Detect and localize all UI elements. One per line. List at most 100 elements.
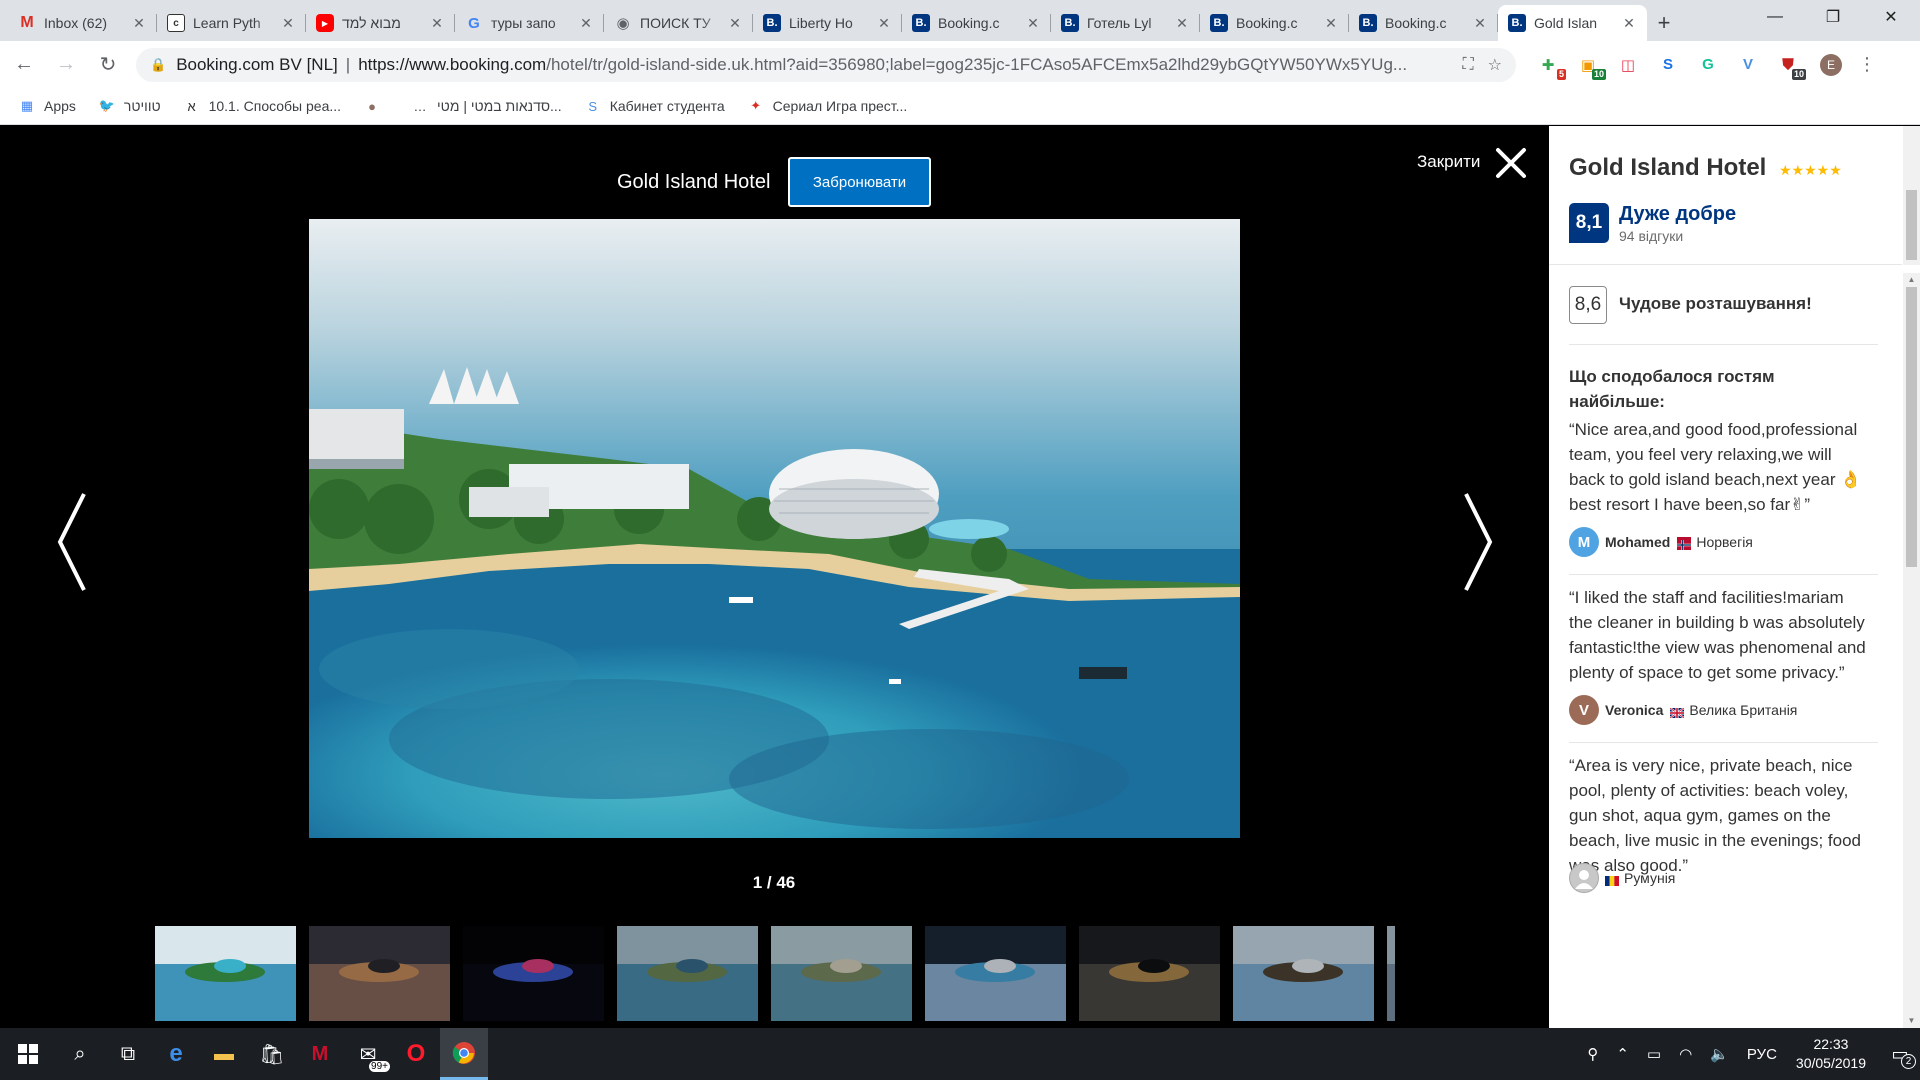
bookmark-label: Кабинет студента — [609, 98, 725, 114]
ext-red-icon[interactable]: ⛊ 10 — [1773, 51, 1806, 80]
translate-icon[interactable]: ⛶ — [1462, 56, 1473, 74]
reload-icon[interactable]: ↻ — [90, 47, 126, 83]
browser-tab[interactable]: M Inbox (62) ✕ — [8, 5, 157, 41]
tab-close-icon[interactable]: ✕ — [1472, 15, 1488, 32]
windows-start-icon[interactable] — [0, 1028, 56, 1080]
mcafee-icon[interactable]: M — [296, 1028, 344, 1080]
clock[interactable]: 22:33 30/05/2019 — [1796, 1035, 1866, 1073]
bookmark-item[interactable]: ✦ Сериал Игра прест... — [747, 97, 907, 115]
clock-time: 22:33 — [1813, 1036, 1849, 1052]
gmail-icon: M — [20, 14, 34, 31]
close-label[interactable]: Закрити — [1417, 152, 1480, 172]
tab-close-icon[interactable]: ✕ — [727, 15, 743, 32]
tab-close-icon[interactable]: ✕ — [1174, 15, 1190, 32]
maximize-icon[interactable]: ❐ — [1804, 0, 1862, 34]
panel-hotel-name[interactable]: Gold Island Hotel — [1569, 154, 1766, 182]
ext-pocket-icon[interactable]: ◫ — [1613, 51, 1643, 79]
bookmark-item[interactable]: ● — [363, 97, 389, 115]
close-window-icon[interactable]: ✕ — [1862, 0, 1920, 34]
gallery-thumbnail[interactable] — [155, 926, 296, 1021]
ext-v-icon[interactable]: V — [1733, 51, 1763, 79]
tab-close-icon[interactable]: ✕ — [1025, 15, 1041, 32]
search-icon[interactable]: ⌕ — [56, 1028, 104, 1080]
prev-photo-arrow-icon[interactable] — [52, 490, 92, 594]
forward-icon[interactable]: → — [48, 47, 84, 83]
browser-tab[interactable]: B. Booking.c ✕ — [1349, 5, 1498, 41]
tab-close-icon[interactable]: ✕ — [1621, 15, 1637, 32]
tab-close-icon[interactable]: ✕ — [1323, 15, 1339, 32]
bookmark-item[interactable]: ▦ Apps — [18, 97, 76, 115]
language-indicator[interactable]: РУС — [1747, 1046, 1777, 1063]
lock-icon[interactable]: 🔒 — [150, 57, 166, 73]
bookmark-item[interactable]: … סדנאות במטי | מטי... — [411, 97, 562, 115]
tab-close-icon[interactable]: ✕ — [280, 15, 296, 32]
gallery-thumbnail[interactable] — [925, 926, 1066, 1021]
scroll-up-icon[interactable]: ▲ — [1903, 273, 1920, 287]
ext-green-icon[interactable]: ✚ 5 — [1533, 51, 1566, 80]
tab-close-icon[interactable]: ✕ — [131, 15, 147, 32]
scroll-down-icon[interactable]: ▼ — [1903, 1014, 1920, 1028]
browser-tab[interactable]: c Learn Pyth ✕ — [157, 5, 306, 41]
ext-s-icon[interactable]: S — [1653, 51, 1683, 79]
bookmark-item[interactable]: S Кабинет студента — [584, 97, 725, 115]
tab-close-icon[interactable]: ✕ — [578, 15, 594, 32]
next-photo-arrow-icon[interactable] — [1458, 490, 1498, 594]
ext-grammarly-icon[interactable]: G — [1693, 51, 1723, 79]
browser-tab[interactable]: B. Booking.c ✕ — [902, 5, 1051, 41]
notifications-icon[interactable]: ▭ 2 — [1880, 1044, 1920, 1069]
ext-glyph: S — [1662, 56, 1673, 73]
menu-kebab-icon[interactable]: ⋮ — [1858, 54, 1876, 75]
score-word[interactable]: Дуже добре — [1619, 203, 1736, 226]
browser-tab[interactable]: ◉ ПОИСК ТУ ✕ — [604, 5, 753, 41]
profile-avatar[interactable]: E — [1820, 53, 1842, 76]
chrome-icon[interactable] — [440, 1028, 488, 1080]
gallery-thumbnail[interactable] — [771, 926, 912, 1021]
new-tab-button[interactable]: + — [1647, 5, 1681, 41]
panel-header-scrollbar[interactable] — [1903, 126, 1920, 265]
file-explorer-icon[interactable]: ▬ — [200, 1028, 248, 1080]
task-view-icon[interactable]: ⧉ — [104, 1028, 152, 1080]
back-icon[interactable]: ← — [6, 47, 42, 83]
booking-icon: B. — [912, 14, 930, 32]
reviewer-name: Mohamed — [1605, 534, 1671, 550]
book-button[interactable]: Забронювати — [788, 157, 931, 207]
minimize-icon[interactable]: — — [1746, 0, 1804, 34]
browser-tab[interactable]: B. Booking.c ✕ — [1200, 5, 1349, 41]
panel-scrollbar[interactable]: ▲ ▼ — [1903, 273, 1920, 1028]
edge-icon[interactable]: e — [152, 1028, 200, 1080]
gallery-thumbnail[interactable] — [463, 926, 604, 1021]
bookmark-star-icon[interactable]: ☆ — [1488, 55, 1502, 75]
gallery-thumbnail[interactable] — [617, 926, 758, 1021]
mail-icon[interactable]: ✉ 99+ — [344, 1028, 392, 1080]
tab-close-icon[interactable]: ✕ — [429, 15, 445, 32]
volume-icon[interactable]: 🔈 — [1710, 1045, 1729, 1063]
browser-tab[interactable]: B. Liberty Ho ✕ — [753, 5, 902, 41]
battery-icon[interactable]: ▭ — [1647, 1045, 1661, 1063]
gallery-thumbnail[interactable] — [309, 926, 450, 1021]
gallery-thumbnail[interactable] — [1387, 926, 1395, 1021]
tray-expand-icon[interactable]: ⌃ — [1616, 1045, 1629, 1063]
browser-tab[interactable]: ▶ מבוא למד ✕ — [306, 5, 455, 41]
ext-glyph: G — [1702, 56, 1714, 73]
opera-icon[interactable]: O — [392, 1028, 440, 1080]
bookmark-item[interactable]: א 10.1. Способы реа... — [183, 97, 342, 115]
close-icon[interactable] — [1494, 146, 1528, 180]
gallery-thumbnail[interactable] — [1079, 926, 1220, 1021]
bookmark-item[interactable]: 🐦 טוויטר — [98, 97, 161, 115]
browser-tab[interactable]: B. Готель Lyl ✕ — [1051, 5, 1200, 41]
wifi-icon[interactable]: ◠ — [1679, 1045, 1692, 1063]
address-bar[interactable]: 🔒 Booking.com BV [NL] | https://www.book… — [136, 47, 1516, 82]
store-icon[interactable]: 🛍 — [248, 1028, 296, 1080]
ext-orange-icon[interactable]: ▣ 10 — [1573, 51, 1606, 80]
browser-tab[interactable]: Gтуры запо ✕ — [455, 5, 604, 41]
tab-close-icon[interactable]: ✕ — [876, 15, 892, 32]
reviewer-country: Румунія — [1624, 870, 1676, 886]
norway-flag-icon — [1677, 537, 1692, 550]
location-text: Чудове розташування! — [1619, 294, 1812, 313]
people-icon[interactable]: ⚲ — [1587, 1045, 1598, 1063]
tab-title: Booking.c — [938, 15, 1000, 31]
scroll-thumb[interactable] — [1906, 287, 1917, 567]
browser-tab[interactable]: B. Gold Islan ✕ — [1498, 5, 1647, 41]
gallery-thumbnail[interactable] — [1233, 926, 1374, 1021]
url-text[interactable]: https://www.booking.com/hotel/tr/gold-is… — [358, 55, 1448, 75]
